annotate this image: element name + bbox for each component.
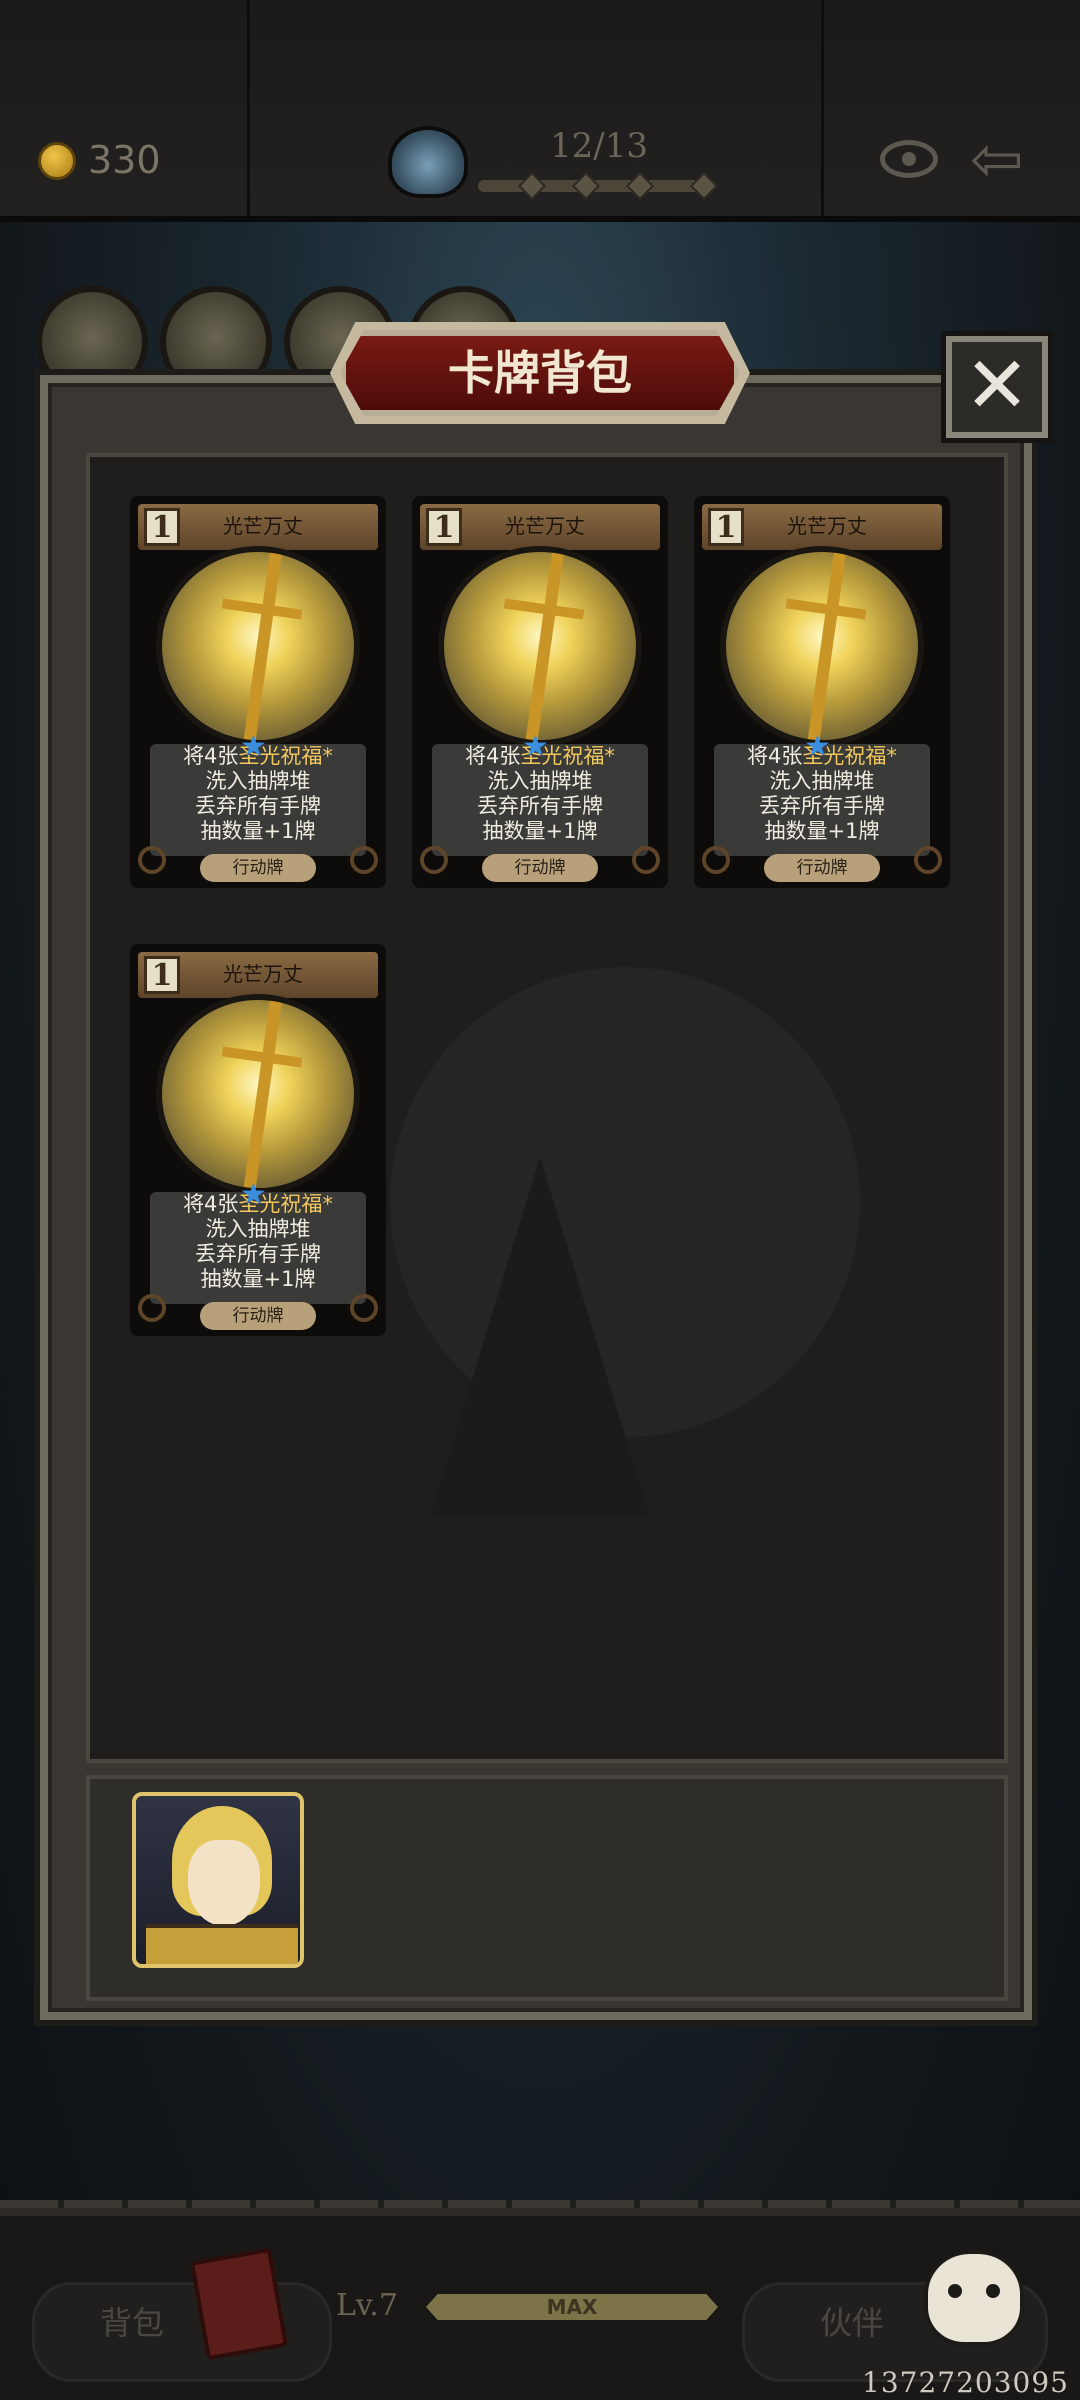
coin-count: 330 [88, 138, 161, 182]
top-bar-segment [0, 0, 250, 216]
hero-portrait[interactable] [132, 1792, 304, 1968]
level-text: Lv.7 [336, 2288, 398, 2323]
swirl-ornament [138, 1294, 166, 1322]
card-type-badge: 行动牌 [482, 854, 598, 882]
card-desc-line: 抽数量+1牌 [764, 819, 880, 843]
star-icon: ★ [522, 729, 549, 764]
watermark-text: 13727203095 [862, 2366, 1069, 2399]
back-arrow-icon[interactable]: ⇦ [970, 128, 1024, 192]
swirl-ornament [138, 846, 166, 874]
eye-icon[interactable] [880, 140, 938, 178]
sword-art-icon [438, 546, 642, 746]
card-type-badge: 行动牌 [200, 854, 316, 882]
star-icon: ★ [240, 1177, 267, 1212]
card-desc-line: 抽数量+1牌 [482, 819, 598, 843]
partner-label: 伙伴 [820, 2304, 885, 2342]
card-desc-line: 抽数量+1牌 [200, 819, 316, 843]
swirl-ornament [350, 846, 378, 874]
card-desc-line: 抽数量+1牌 [200, 1267, 316, 1291]
card-cost: 1 [708, 508, 744, 546]
card[interactable]: 1 光芒万丈 将4张圣光祝福* 洗入抽牌堆 丢弃所有手牌 抽数量+1牌 ★ 行动… [694, 496, 950, 888]
card-desc-line: 洗入抽牌堆 [769, 769, 875, 793]
card[interactable]: 1 光芒万丈 将4张圣光祝福* 洗入抽牌堆 丢弃所有手牌 抽数量+1牌 ★ 行动… [412, 496, 668, 888]
card-desc-prefix: 将4张 [183, 1192, 239, 1216]
card-desc-line: 丢弃所有手牌 [759, 794, 885, 818]
card-type-badge: 行动牌 [764, 854, 880, 882]
swirl-ornament [420, 846, 448, 874]
card-cost: 1 [144, 956, 180, 994]
card-desc-line: 洗入抽牌堆 [205, 1217, 311, 1241]
card[interactable]: 1 光芒万丈 将4张圣光祝福* 洗入抽牌堆 丢弃所有手牌 抽数量+1牌 ★ 行动… [130, 944, 386, 1336]
close-button[interactable]: ✕ [946, 336, 1048, 438]
card-desc-line: 丢弃所有手牌 [195, 794, 321, 818]
game-screen: 330 12/13 ⇦ 卡牌背包 ✕ 1 光芒万丈 将4张圣光祝福* 洗入抽牌堆… [0, 0, 1080, 2400]
hero-armor [146, 1924, 298, 1964]
hero-face [188, 1840, 260, 1926]
bag-label: 背包 [100, 2304, 165, 2342]
swirl-ornament [350, 1294, 378, 1322]
swirl-ornament [914, 846, 942, 874]
swirl-ornament [702, 846, 730, 874]
swirl-ornament [632, 846, 660, 874]
bag-button[interactable] [32, 2282, 332, 2382]
card-desc-line: 洗入抽牌堆 [205, 769, 311, 793]
card-cost: 1 [426, 508, 462, 546]
tree-decoration [430, 1157, 650, 1517]
star-icon: ★ [240, 729, 267, 764]
card-desc-line: 丢弃所有手牌 [477, 794, 603, 818]
level-status: MAX [546, 2295, 598, 2319]
dog-partner-icon [924, 2250, 1024, 2346]
card-desc-prefix: 将4张 [747, 744, 803, 768]
card[interactable]: 1 光芒万丈 将4张圣光祝福* 洗入抽牌堆 丢弃所有手牌 抽数量+1牌 ★ 行动… [130, 496, 386, 888]
card-name: 光芒万丈 [505, 514, 585, 538]
card-desc-prefix: 将4张 [465, 744, 521, 768]
card-cost: 1 [144, 508, 180, 546]
top-bar: 330 12/13 ⇦ [0, 0, 1080, 222]
coin-icon [38, 142, 76, 180]
sword-art-icon [156, 546, 360, 746]
card-desc-line: 丢弃所有手牌 [195, 1242, 321, 1266]
card-name: 光芒万丈 [223, 962, 303, 986]
popup-title: 卡牌背包 [448, 346, 632, 400]
portal-icon[interactable] [388, 126, 468, 198]
card-name: 光芒万丈 [223, 514, 303, 538]
backpack-icon [189, 2247, 289, 2361]
card-desc-prefix: 将4张 [183, 744, 239, 768]
sword-art-icon [156, 994, 360, 1194]
sword-art-icon [720, 546, 924, 746]
level-bar: MAX [426, 2294, 718, 2320]
stage-progress-text: 12/13 [550, 126, 648, 166]
card-name: 光芒万丈 [787, 514, 867, 538]
card-type-badge: 行动牌 [200, 1302, 316, 1330]
close-icon: ✕ [964, 341, 1030, 431]
card-desc-line: 洗入抽牌堆 [487, 769, 593, 793]
star-icon: ★ [804, 729, 831, 764]
